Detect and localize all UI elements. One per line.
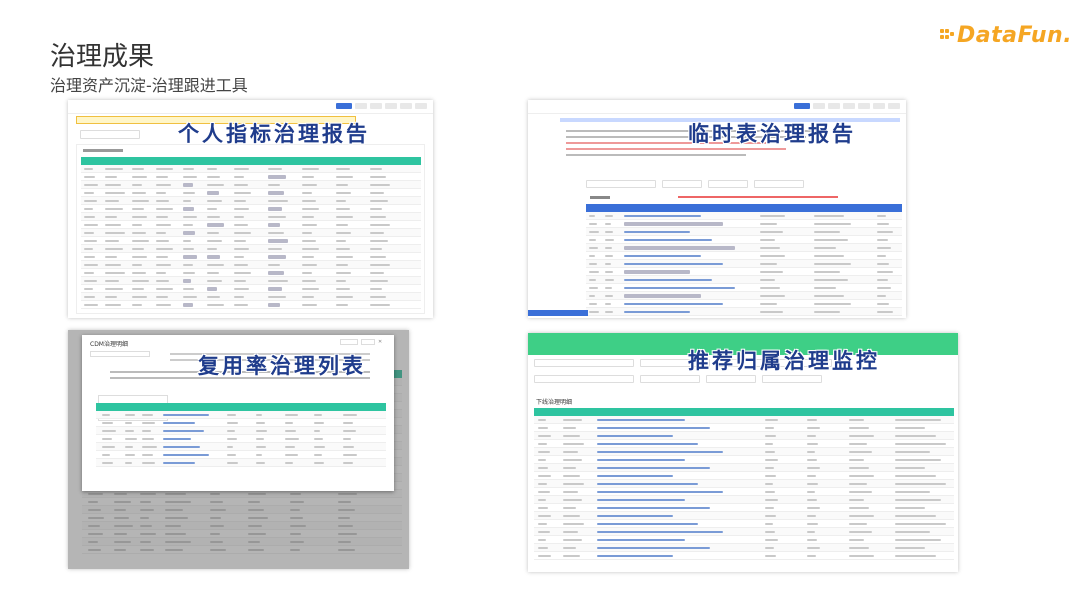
section-title: 下线治理明细 [536,399,573,406]
table-row [586,300,902,308]
table-row [81,197,421,205]
table-row [534,528,954,536]
modal-title: CDM治理明细 [90,341,128,348]
screenshot-owner-recommendation-monitor: 下线治理明细 推荐归属治理监控 [528,333,958,572]
table-row [96,419,386,427]
table-row [81,277,421,285]
panel-label-temp-table: 临时表治理报告 [688,122,856,146]
table-row [534,448,954,456]
table-row [586,220,902,228]
table-row [81,245,421,253]
table-row [534,544,954,552]
table-row [534,464,954,472]
table-row [586,284,902,292]
table-header [534,408,954,416]
table-row [586,244,902,252]
table-row [534,456,954,464]
table-row [534,480,954,488]
table-header [586,204,902,212]
table-row [534,424,954,432]
table-row [81,237,421,245]
screenshot-personal-metrics-report: 个人指标治理报告 [68,100,433,318]
table-row [586,212,902,220]
table-row [534,536,954,544]
table-row [586,316,902,318]
screenshot-temp-table-report: 临时表治理报告 [528,100,906,318]
table-row [586,252,902,260]
table-row [81,253,421,261]
offline-governance-table [534,408,954,560]
close-icon[interactable]: ✕ [378,339,386,345]
table-row [534,488,954,496]
panel-label-reuse-rate: 复用率治理列表 [198,354,366,378]
table-row [81,269,421,277]
cdm-detail-table [96,403,386,467]
table-row [534,504,954,512]
table-row [81,261,421,269]
table-row [586,260,902,268]
table-row [81,285,421,293]
table-row [586,292,902,300]
table-row [81,213,421,221]
temp-table-list [586,204,902,318]
table-card [76,144,425,314]
table-row [96,435,386,443]
metrics-table [81,157,421,309]
table-row [534,432,954,440]
table-row [586,276,902,284]
table-row [96,427,386,435]
panel-label-owner-monitor: 推荐归属治理监控 [688,349,880,373]
table-row [96,443,386,451]
logo-dots-icon [940,25,954,45]
table-row [81,229,421,237]
table-row [81,301,421,309]
table-header [81,157,421,165]
table-row [81,293,421,301]
table-row [81,189,421,197]
table-row [586,228,902,236]
table-row [534,416,954,424]
app-topbar [68,100,433,114]
date-filter[interactable] [80,130,140,139]
table-row [81,221,421,229]
datafun-logo: DataFun. [940,20,1072,50]
screenshot-reuse-rate-list: CDM治理明细 ✕ 复用率治理列表 [68,330,409,569]
table-row [534,512,954,520]
table-row [534,496,954,504]
filter-row-2[interactable] [534,375,822,385]
page-title: 治理成果 [50,42,155,72]
table-row [81,181,421,189]
table-row [96,451,386,459]
table-row [586,268,902,276]
table-row [96,459,386,467]
table-row [81,173,421,181]
app-topbar [528,100,906,114]
table-row [96,411,386,419]
table-row [534,472,954,480]
table-row [534,520,954,528]
panel-label-personal-metrics: 个人指标治理报告 [178,122,370,146]
table-row [81,205,421,213]
table-row [534,552,954,560]
table-row [586,236,902,244]
table-row [534,440,954,448]
logo-text: DataFun. [957,22,1073,48]
table-row [81,165,421,173]
table-header [96,403,386,411]
page-subtitle: 治理资产沉淀-治理跟进工具 [50,76,248,95]
filter-bar[interactable] [586,180,804,190]
table-row [586,308,902,316]
